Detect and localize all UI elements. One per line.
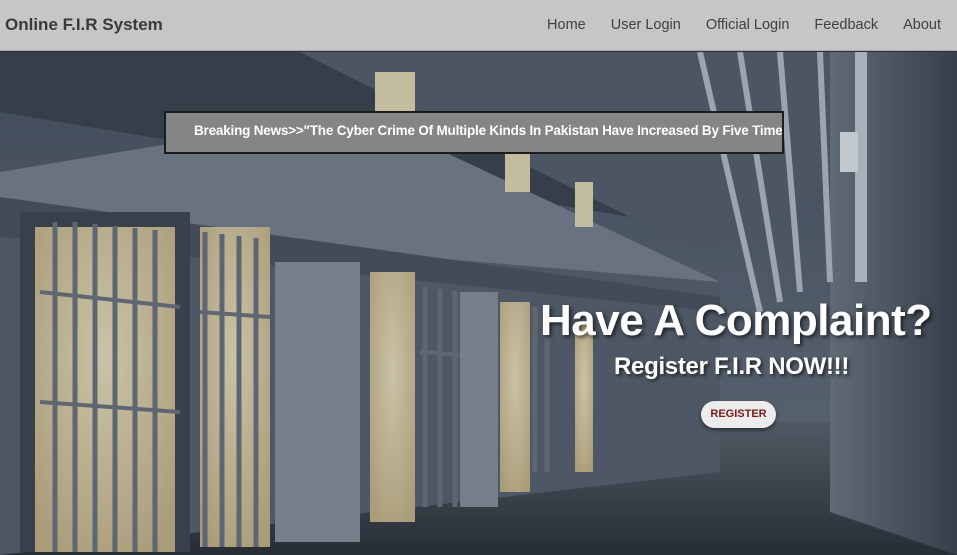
register-button[interactable]: REGISTER bbox=[701, 401, 776, 428]
hero-section: Breaking News>>"The Cyber Crime Of Multi… bbox=[0, 52, 957, 555]
breaking-news-text: Breaking News>>"The Cyber Crime Of Multi… bbox=[194, 123, 784, 138]
nav-user-login[interactable]: User Login bbox=[611, 17, 681, 33]
site-brand[interactable]: Online F.I.R System bbox=[0, 15, 163, 35]
hero-headline: Have A Complaint? bbox=[540, 296, 932, 345]
breaking-news-ticker: Breaking News>>"The Cyber Crime Of Multi… bbox=[164, 111, 784, 154]
nav-links: Home User Login Official Login Feedback … bbox=[522, 0, 957, 50]
nav-feedback[interactable]: Feedback bbox=[814, 17, 878, 33]
hero-subheadline: Register F.I.R NOW!!! bbox=[614, 353, 850, 380]
nav-home[interactable]: Home bbox=[547, 17, 586, 33]
nav-about[interactable]: About bbox=[903, 17, 941, 33]
top-navbar: Online F.I.R System Home User Login Offi… bbox=[0, 0, 957, 51]
nav-official-login[interactable]: Official Login bbox=[706, 17, 790, 33]
